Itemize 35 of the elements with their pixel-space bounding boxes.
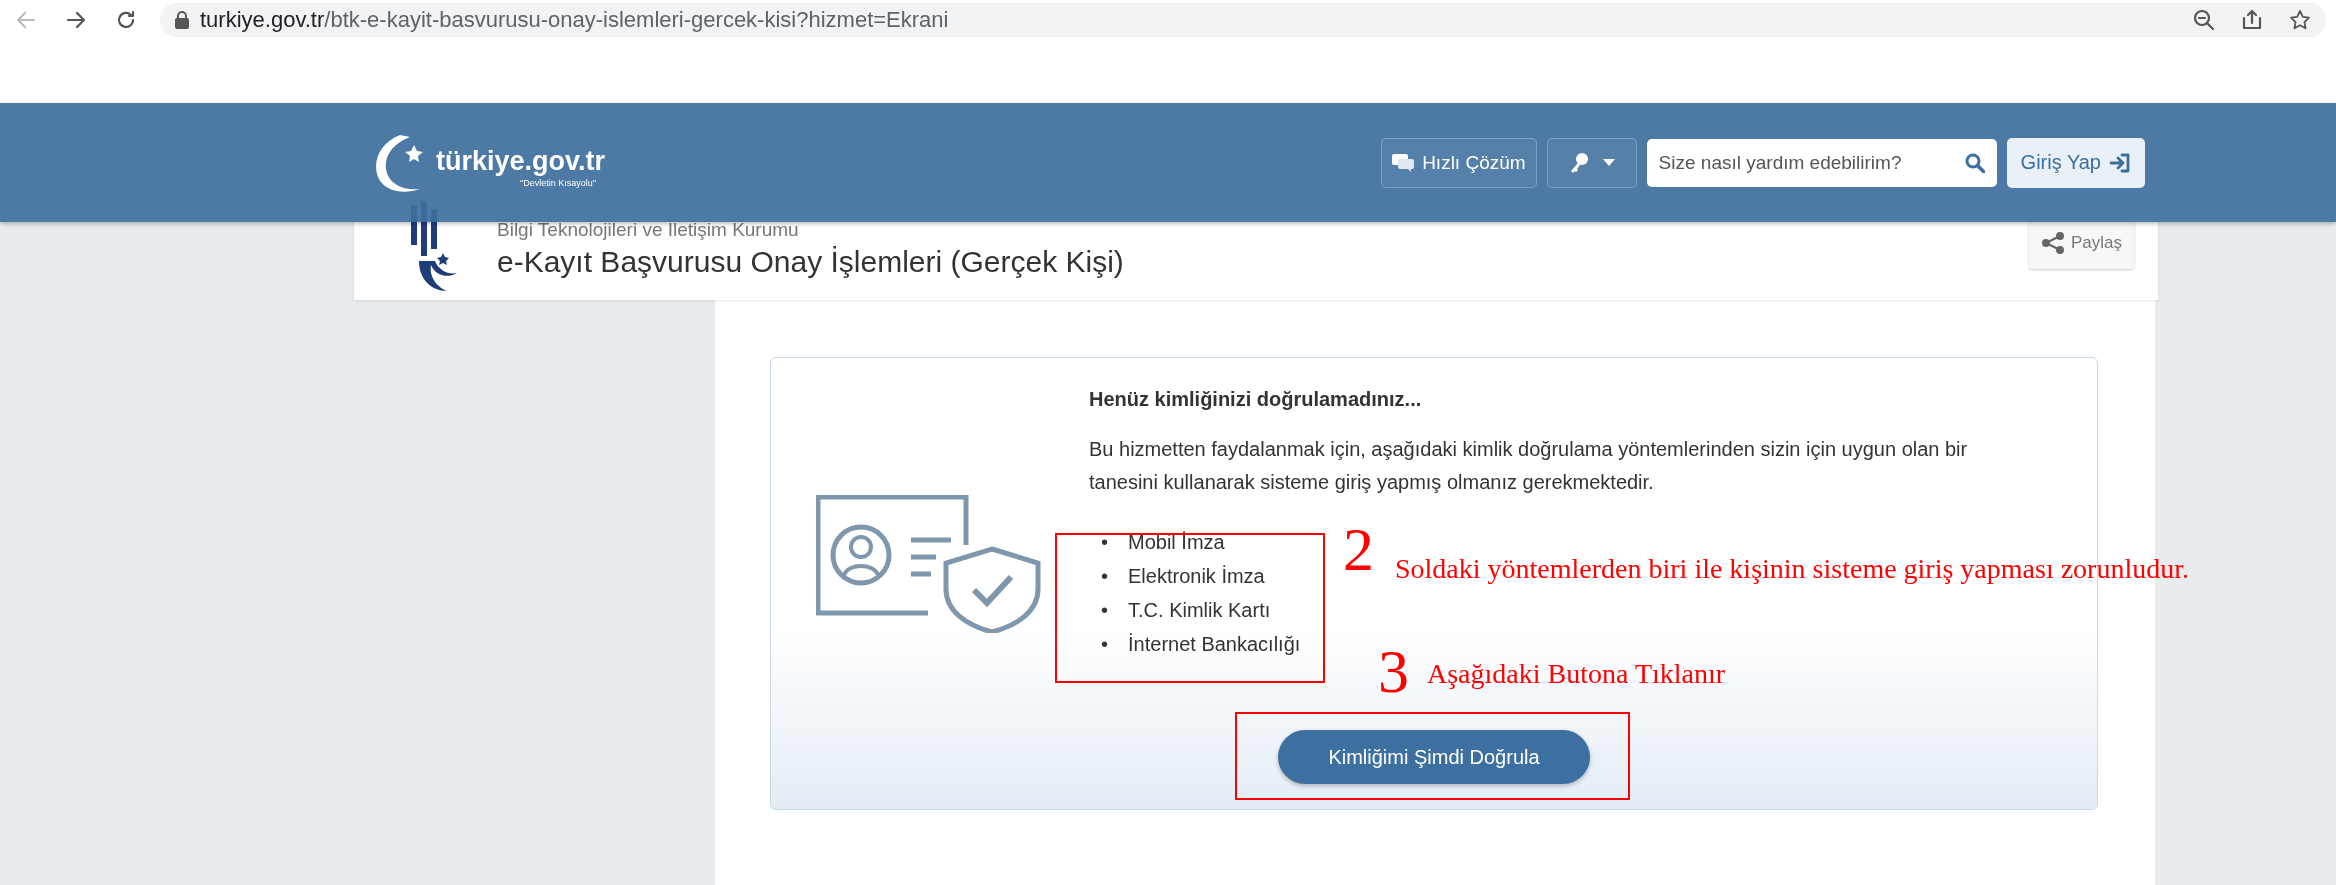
bullet: • <box>1101 632 1108 657</box>
chat-icon <box>1392 153 1415 172</box>
zoom-out-icon[interactable] <box>2192 8 2216 32</box>
page-title: e-Kayıt Başvurusu Onay İşlemleri (Gerçek Kişi) <box>497 244 1124 279</box>
star-icon[interactable] <box>2288 8 2312 32</box>
annotation-number: 3 <box>1378 640 1409 702</box>
bullet: • <box>1101 598 1108 623</box>
annotation-number: 2 <box>1343 518 1374 580</box>
method-item: İnternet Bankacılığı <box>1128 632 1301 657</box>
notice-heading: Henüz kimliğinizi doğrulamadınız... <box>1089 388 1423 411</box>
share-icon <box>2040 232 2065 254</box>
logo-tagline: "Devletin Kısayolu" <box>520 177 596 188</box>
quick-solution-button[interactable]: Hızlı Çözüm <box>1381 137 1537 188</box>
annotation-text: Aşağıdaki Butona Tıklanır <box>1427 660 1726 688</box>
institution-name: Bilgi Teknolojileri ve İletişim Kurumu <box>497 218 800 241</box>
sign-in-icon <box>2109 152 2131 173</box>
login-button[interactable]: Giriş Yap <box>2006 137 2145 188</box>
url-text: turkiye.gov.tr/btk-e-kayit-basvurusu-onay-islemleri-gercek-kisi?hizmet=Ekrani <box>200 7 949 33</box>
method-item: Mobil İmza <box>1128 530 1225 555</box>
logo-text[interactable]: türkiye.gov.tr <box>436 145 606 177</box>
bullet: • <box>1101 530 1108 555</box>
share-icon[interactable] <box>2240 8 2264 32</box>
annotation-text: Soldaki yöntemlerden biri ile kişinin sisteme giriş yapması zorunludur. <box>1395 555 2189 583</box>
bullet: • <box>1101 564 1108 589</box>
search-field[interactable]: Size nasıl yardım edebilirim? <box>1646 138 1997 187</box>
verify-identity-button[interactable]: Kimliğimi Şimdi Doğrula <box>1278 730 1590 784</box>
key-icon <box>1568 151 1589 174</box>
address-bar[interactable]: turkiye.gov.tr/btk-e-kayit-basvurusu-onay-islemleri-gercek-kisi?hizmet=Ekrani <box>160 3 2326 37</box>
search-icon[interactable] <box>1964 152 1985 173</box>
method-item: T.C. Kimlik Kartı <box>1128 598 1271 623</box>
key-dropdown-button[interactable] <box>1546 137 1637 188</box>
notice-text: Bu hizmetten faydalanmak için, aşağıdaki kimlik doğrulama yöntemlerinden sizin için uygun olan bir tanesini kullanarak sisteme giriş yapmış olmanız gerekmektedir. <box>1089 437 1969 495</box>
method-item: Elektronik İmza <box>1128 564 1265 589</box>
caret-icon <box>1602 158 1615 167</box>
lock-icon <box>174 11 190 29</box>
